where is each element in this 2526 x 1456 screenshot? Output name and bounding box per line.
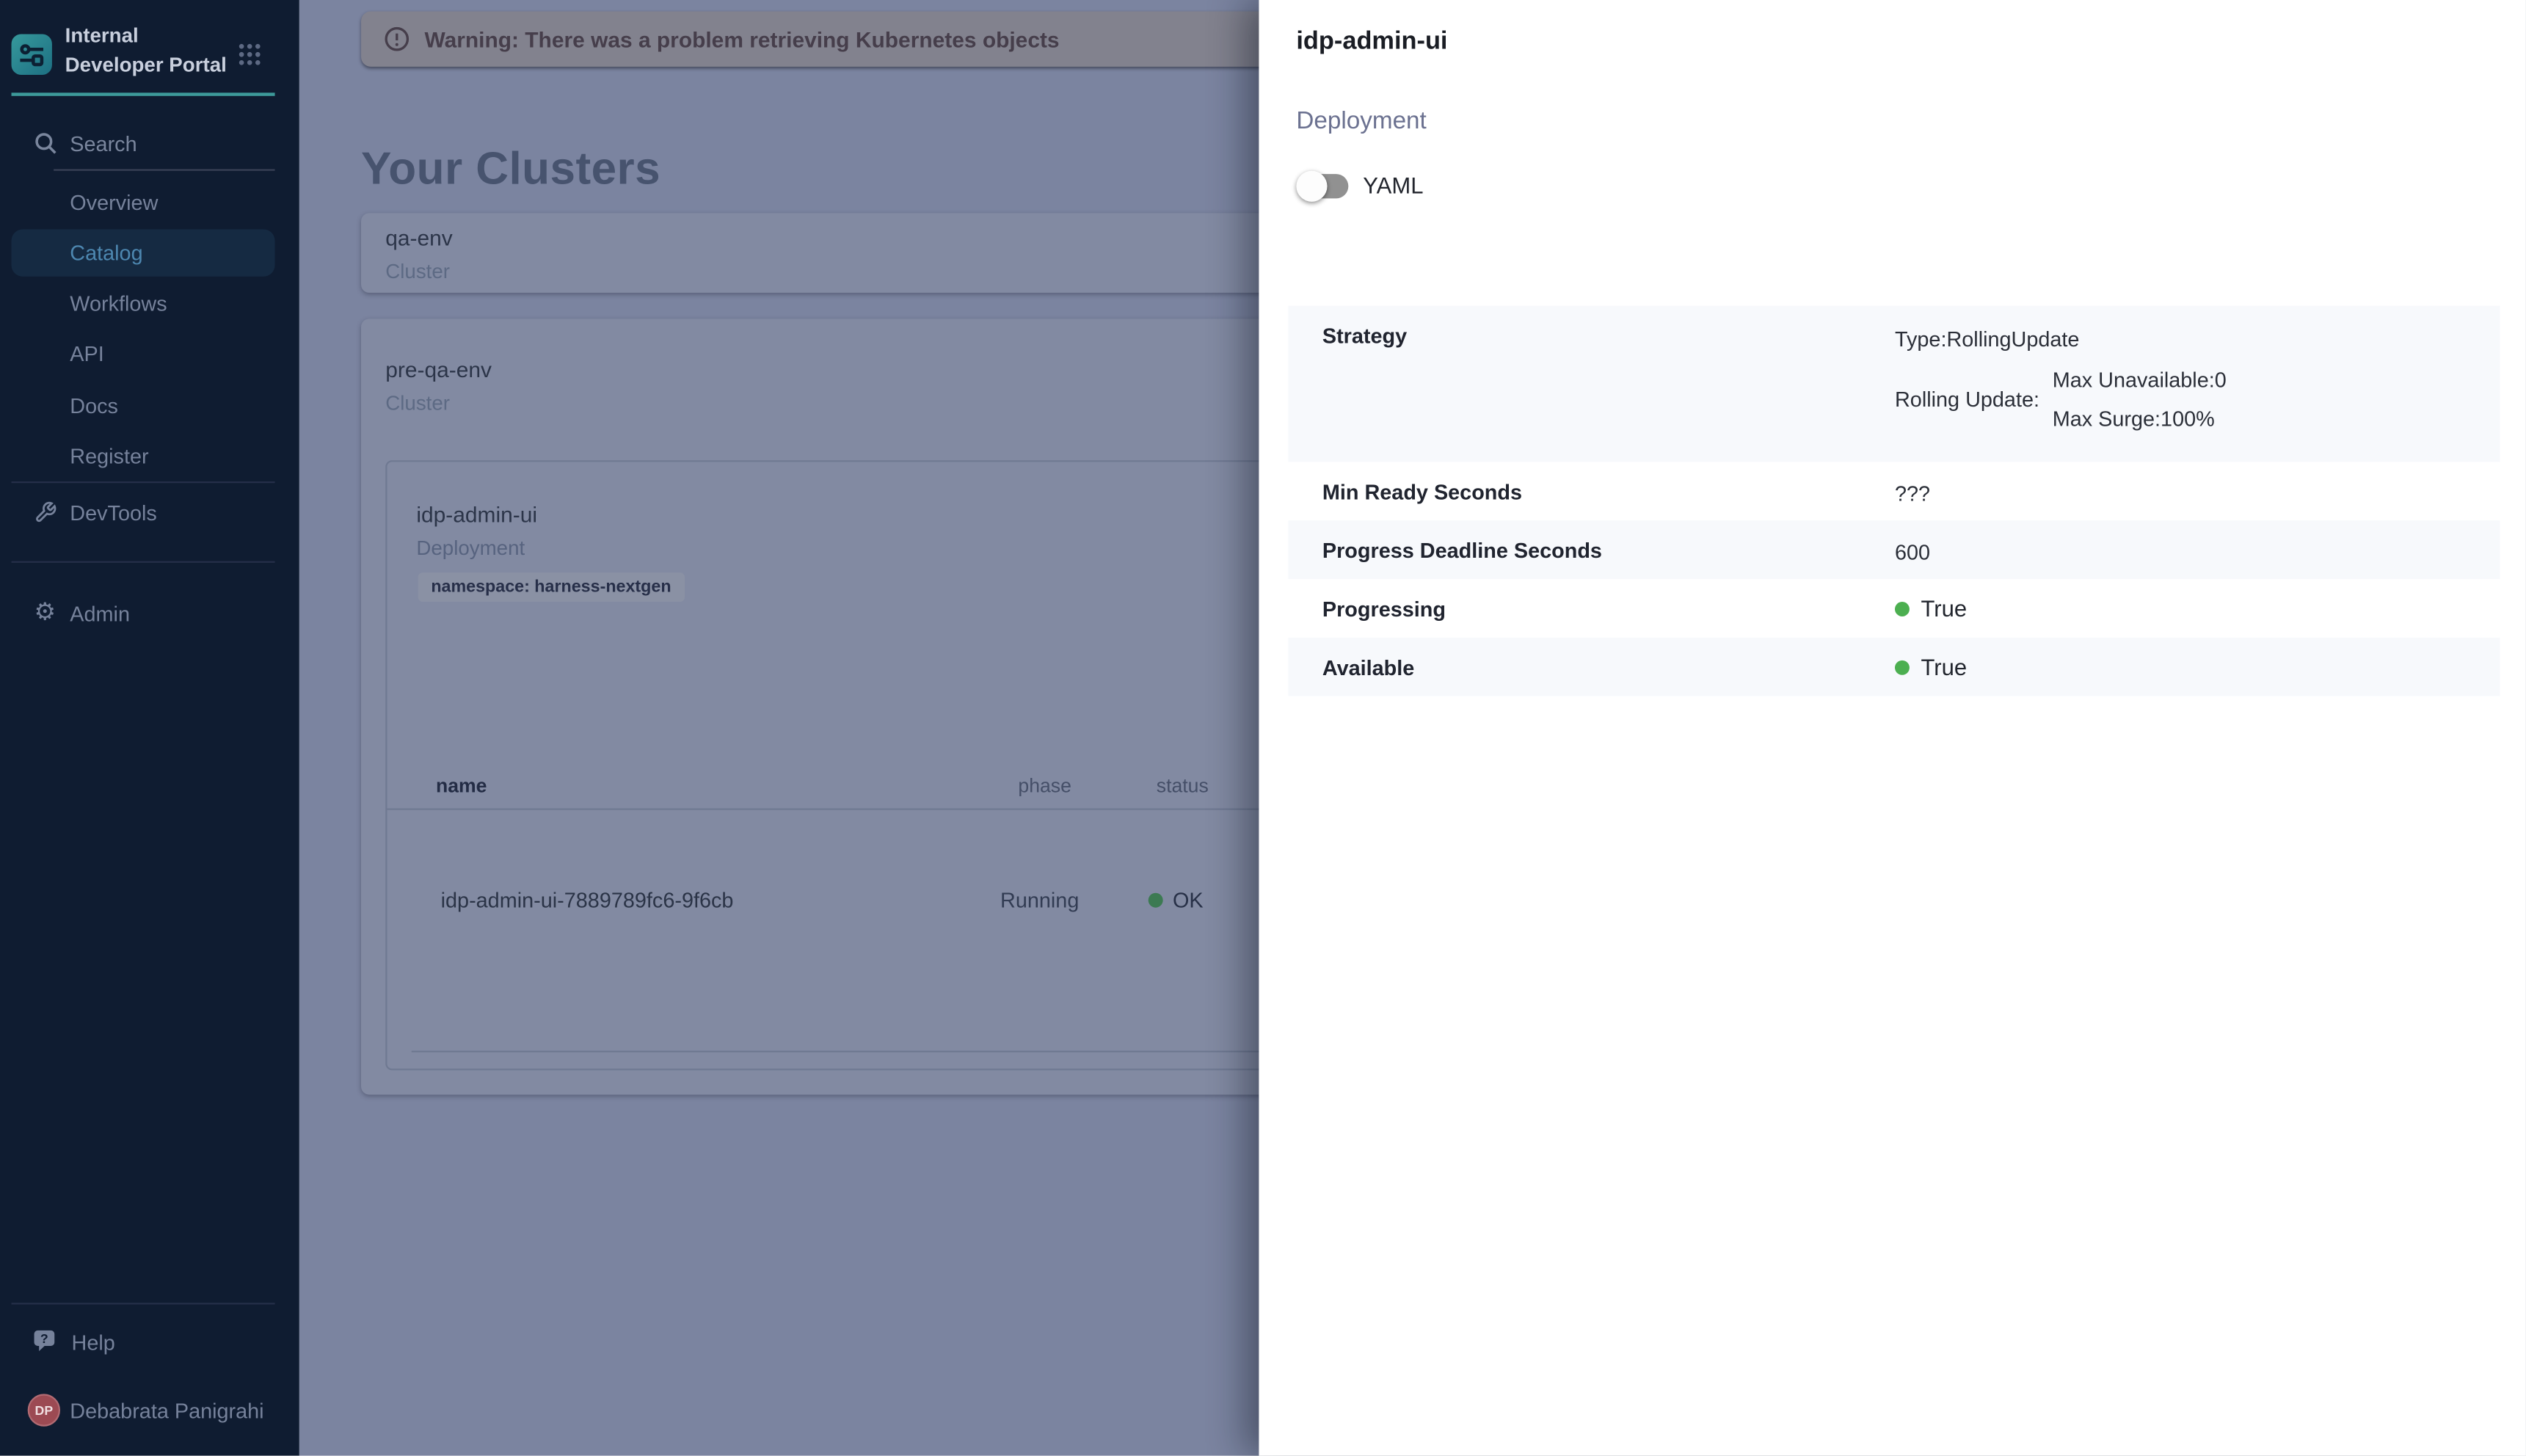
svg-text:?: ? — [40, 1331, 48, 1346]
sidebar-divider — [12, 481, 275, 483]
status-label: True — [1921, 654, 1967, 680]
sidebar-item-help[interactable]: Help — [72, 1331, 115, 1355]
toggle-knob — [1296, 171, 1327, 202]
sidebar-item-label: Admin — [70, 601, 130, 625]
rolling-update-label: Rolling Update: — [1895, 387, 2039, 411]
sidebar-item-catalog[interactable]: Catalog — [0, 233, 299, 272]
app-title: Internal Developer Portal — [65, 23, 238, 80]
sidebar-item-label: Docs — [70, 393, 118, 417]
sidebar-item-workflows[interactable]: Workflows — [0, 283, 299, 322]
sidebar-item-devtools[interactable]: DevTools — [0, 493, 299, 532]
detail-status: True — [1895, 595, 1967, 621]
detail-row-progressing: Progressing True — [1288, 579, 2500, 638]
detail-row-min-ready-seconds: Min Ready Seconds ??? — [1288, 462, 2500, 520]
yaml-toggle[interactable] — [1296, 169, 1351, 201]
detail-row-strategy: Strategy Type:RollingUpdate Rolling Upda… — [1288, 306, 2500, 462]
detail-label: Min Ready Seconds — [1322, 480, 1522, 504]
user-name[interactable]: Debabrata Panigrahi — [70, 1399, 263, 1423]
sidebar-item-label: Register — [70, 443, 148, 467]
yaml-toggle-label: YAML — [1363, 172, 1423, 198]
sidebar-item-api[interactable]: API — [0, 333, 299, 372]
detail-row-available: Available True — [1288, 638, 2500, 696]
detail-label: Progressing — [1322, 597, 1446, 621]
detail-status: True — [1895, 654, 1967, 680]
sidebar-item-label: Workflows — [70, 291, 167, 315]
detail-value: Type:RollingUpdate Rolling Update: Max U… — [1895, 327, 2227, 431]
status-dot-icon — [1895, 660, 1910, 674]
status-dot-icon — [1895, 601, 1910, 616]
sidebar-accent-divider — [12, 92, 275, 95]
avatar-initials: DP — [35, 1403, 54, 1418]
sidebar-item-admin[interactable]: Admin — [0, 594, 299, 633]
sidebar-item-label: Catalog — [70, 240, 142, 264]
sidebar-item-label: API — [70, 341, 103, 365]
details-drawer: idp-admin-ui ✕ Deployment YAML Strategy … — [1259, 0, 2525, 1456]
search-input[interactable]: Search — [0, 128, 299, 161]
max-surge: Max Surge:100% — [2053, 407, 2227, 431]
drawer-title: idp-admin-ui — [1296, 28, 1447, 57]
app-logo[interactable] — [12, 34, 52, 75]
search-underline — [54, 169, 274, 170]
logo-icon — [16, 39, 47, 70]
detail-label: Strategy — [1322, 324, 1407, 348]
sidebar-item-label: DevTools — [70, 500, 157, 525]
app-window: Internal Developer Portal Search Overvie… — [0, 0, 2526, 1456]
detail-value: 600 — [1895, 540, 1930, 564]
drawer-subtitle: Deployment — [1296, 107, 1426, 135]
detail-value: ??? — [1895, 481, 1930, 506]
apps-grid-icon[interactable] — [238, 43, 262, 75]
sidebar-divider — [12, 561, 275, 563]
strategy-type: Type:RollingUpdate — [1895, 327, 2227, 351]
detail-row-progress-deadline-seconds: Progress Deadline Seconds 600 — [1288, 520, 2500, 579]
help-icon[interactable]: ? — [32, 1329, 58, 1355]
sidebar-divider — [12, 1303, 275, 1304]
search-icon — [34, 132, 57, 163]
sidebar-item-label: Overview — [70, 189, 158, 214]
detail-label: Progress Deadline Seconds — [1322, 539, 1602, 563]
sidebar: Internal Developer Portal Search Overvie… — [0, 0, 299, 1456]
detail-label: Available — [1322, 655, 1414, 680]
search-placeholder: Search — [70, 132, 137, 156]
sidebar-item-overview[interactable]: Overview — [0, 182, 299, 221]
status-label: True — [1921, 595, 1967, 621]
modal-backdrop[interactable] — [299, 0, 1259, 1456]
sidebar-item-register[interactable]: Register — [0, 436, 299, 475]
avatar[interactable]: DP — [28, 1394, 60, 1426]
max-unavailable: Max Unavailable:0 — [2053, 368, 2227, 392]
deployment-details-table: Strategy Type:RollingUpdate Rolling Upda… — [1288, 306, 2500, 696]
sidebar-item-docs[interactable]: Docs — [0, 385, 299, 424]
